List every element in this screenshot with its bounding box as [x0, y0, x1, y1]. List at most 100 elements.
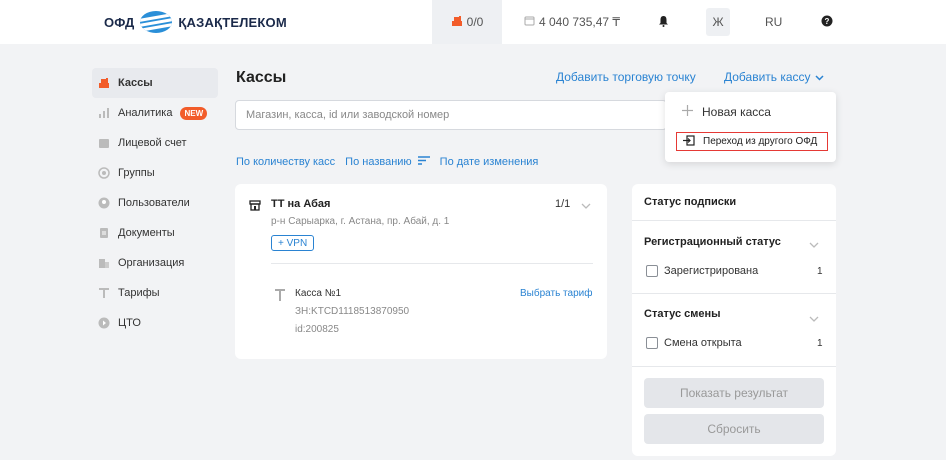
point-counter: 1/1: [555, 198, 571, 210]
sidebar-item-organization[interactable]: Организация: [92, 248, 218, 278]
sort-options: По количеству касс По названию По дате и…: [236, 156, 538, 168]
bell-icon: [658, 15, 669, 30]
groups-icon: [98, 167, 110, 179]
logo[interactable]: ОФД ҚАЗАҚТЕЛЕКОМ: [104, 10, 287, 34]
add-point-link[interactable]: Добавить торговую точку: [556, 70, 696, 84]
sort-by-count[interactable]: По количеству касс: [236, 156, 335, 168]
divider: [632, 293, 836, 294]
shift-open-filter[interactable]: Смена открыта: [646, 337, 742, 349]
kkm-counter[interactable]: 0/0: [432, 0, 502, 44]
sidebar-item-label: Лицевой счет: [118, 137, 187, 149]
transfer-from-ofd-option[interactable]: Переход из другого ОФД: [676, 132, 828, 151]
subscription-status-header[interactable]: Статус подписки: [644, 196, 736, 208]
kassa-icon: [275, 288, 285, 306]
sidebar-item-label: Аналитика: [118, 107, 173, 119]
shift-status-header[interactable]: Статус смены: [644, 308, 721, 320]
sidebar-item-account[interactable]: Лицевой счет: [92, 128, 218, 158]
shift-open-count: 1: [817, 338, 823, 349]
kkm-count: 0/0: [466, 15, 484, 29]
sidebar-item-label: Организация: [118, 257, 185, 269]
checkbox[interactable]: [646, 337, 658, 349]
plus-icon: [681, 104, 694, 120]
login-icon: [683, 134, 695, 149]
reset-button[interactable]: Сбросить: [644, 414, 824, 444]
wallet-icon: [98, 137, 110, 149]
language-label: RU: [765, 15, 783, 29]
chevron-down-icon[interactable]: [808, 310, 820, 328]
sidebar-item-users[interactable]: Пользователи: [92, 188, 218, 218]
service-icon: [98, 317, 110, 329]
kassa-serial: ЗН:KTCD1118513870950: [295, 306, 410, 317]
building-icon: [98, 257, 110, 269]
new-kassa-label: Новая касса: [702, 105, 771, 119]
user-avatar[interactable]: Ж: [706, 8, 730, 36]
new-badge: NEW: [180, 106, 208, 120]
registered-count: 1: [817, 266, 823, 277]
divider: [632, 220, 836, 221]
checkbox[interactable]: [646, 265, 658, 277]
sidebar-item-label: Группы: [118, 167, 155, 179]
sidebar-item-label: Документы: [118, 227, 175, 239]
user-icon: [98, 197, 110, 209]
sidebar-item-label: Кассы: [118, 77, 153, 89]
cash-register-icon: [451, 15, 463, 30]
sidebar-item-cto[interactable]: ЦТО: [92, 308, 218, 338]
balance-value: 4 040 735,47 ₸: [539, 15, 621, 29]
sort-by-name-label: По названию: [345, 156, 412, 168]
sidebar-item-label: Тарифы: [118, 287, 160, 299]
sort-by-name[interactable]: По названию: [345, 156, 430, 168]
sidebar: Кассы Аналитика NEW Лицевой счет Группы …: [92, 68, 218, 338]
search-input[interactable]: Магазин, касса, id или заводской номер: [235, 100, 667, 130]
reg-status-header[interactable]: Регистрационный статус: [644, 236, 781, 248]
trade-point-card: ТТ на Абая 1/1 р-н Сарыарка, г. Астана, …: [235, 184, 607, 359]
sidebar-item-label: ЦТО: [118, 317, 141, 329]
balance[interactable]: 4 040 735,47 ₸: [524, 0, 620, 44]
new-kassa-option[interactable]: Новая касса: [681, 104, 771, 120]
top-bar: ОФД ҚАЗАҚТЕЛЕКОМ 0/0 4 040 735,47 ₸ Ж RU…: [0, 0, 946, 44]
transfer-label: Переход из другого ОФД: [703, 136, 818, 147]
cash-register-icon: [98, 77, 110, 89]
chevron-down-icon[interactable]: [808, 236, 820, 254]
help-button[interactable]: ?: [821, 0, 833, 44]
show-result-button[interactable]: Показать результат: [644, 378, 824, 408]
logo-globe-icon: [140, 11, 173, 33]
sidebar-item-kassy[interactable]: Кассы: [92, 68, 218, 98]
add-kassa-button[interactable]: Добавить кассу: [724, 70, 824, 84]
chevron-down-icon: [815, 70, 824, 84]
registered-filter[interactable]: Зарегистрирована: [646, 265, 758, 277]
sidebar-item-label: Пользователи: [118, 197, 190, 209]
tariff-icon: [98, 287, 110, 299]
wallet-icon: [524, 15, 535, 29]
add-kassa-label: Добавить кассу: [724, 70, 811, 84]
user-initial: Ж: [712, 15, 724, 29]
choose-tariff-link[interactable]: Выбрать тариф: [520, 288, 592, 299]
sort-by-date[interactable]: По дате изменения: [440, 156, 539, 168]
chevron-down-icon[interactable]: [580, 197, 592, 215]
svg-text:?: ?: [825, 17, 830, 26]
sidebar-item-groups[interactable]: Группы: [92, 158, 218, 188]
page-title: Кассы: [236, 69, 287, 86]
logo-text-left: ОФД: [104, 14, 135, 30]
divider: [271, 263, 593, 264]
logo-text-right: ҚАЗАҚТЕЛЕКОМ: [178, 14, 287, 30]
sidebar-item-analytics[interactable]: Аналитика NEW: [92, 98, 218, 128]
vpn-button[interactable]: + VPN: [271, 235, 315, 251]
point-address: р-н Сарыарка, г. Астана, пр. Абай, д. 1: [271, 216, 450, 227]
sidebar-item-tariffs[interactable]: Тарифы: [92, 278, 218, 308]
sort-order-icon: [417, 156, 430, 168]
notifications-button[interactable]: [658, 0, 669, 44]
registered-label: Зарегистрирована: [664, 265, 759, 277]
kassa-name[interactable]: Касса №1: [295, 288, 341, 299]
shift-open-label: Смена открыта: [664, 337, 742, 349]
document-icon: [98, 227, 110, 239]
language-switcher[interactable]: RU: [765, 0, 782, 44]
filters-panel: Статус подписки Регистрационный статус З…: [632, 184, 836, 456]
add-kassa-dropdown: Новая касса Переход из другого ОФД: [665, 92, 836, 162]
divider: [632, 366, 836, 367]
store-icon: [249, 198, 261, 216]
point-name[interactable]: ТТ на Абая: [271, 198, 330, 210]
help-icon: ?: [821, 15, 833, 30]
sidebar-item-documents[interactable]: Документы: [92, 218, 218, 248]
kassa-id: id:200825: [295, 324, 339, 335]
chart-icon: [98, 107, 110, 119]
